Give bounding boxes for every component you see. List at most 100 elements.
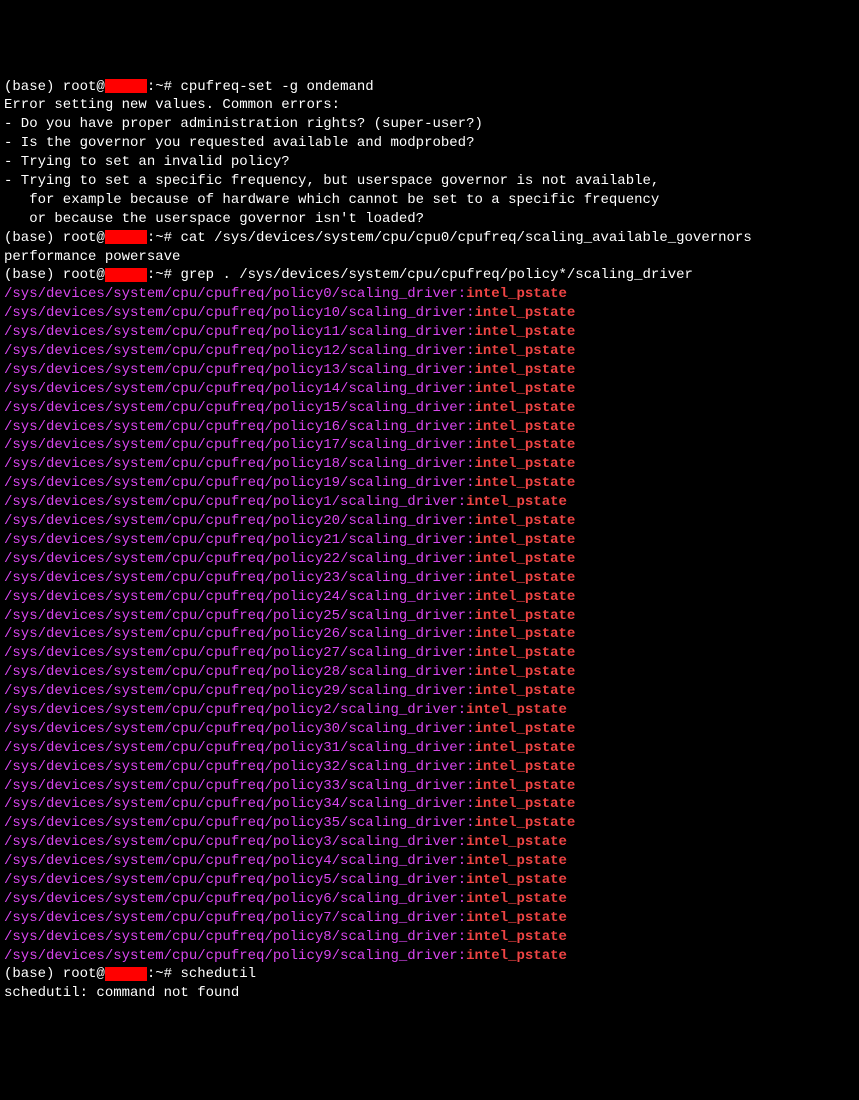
grep-output-line: /sys/devices/system/cpu/cpufreq/policy25… xyxy=(4,607,855,626)
scaling-driver-value: intel_pstate xyxy=(466,494,567,510)
scaling-driver-path: /sys/devices/system/cpu/cpufreq/policy10… xyxy=(4,305,466,321)
hostname-redacted xyxy=(105,230,147,244)
scaling-driver-path: /sys/devices/system/cpu/cpufreq/policy12… xyxy=(4,343,466,359)
scaling-driver-value: intel_pstate xyxy=(474,815,575,831)
scaling-driver-value: intel_pstate xyxy=(474,778,575,794)
prompt-suffix: :~# xyxy=(147,966,181,982)
grep-output-line: /sys/devices/system/cpu/cpufreq/policy20… xyxy=(4,512,855,531)
command-not-found: schedutil: command not found xyxy=(4,985,239,1001)
separator-colon: : xyxy=(458,853,466,869)
scaling-driver-path: /sys/devices/system/cpu/cpufreq/policy5/… xyxy=(4,872,458,888)
scaling-driver-value: intel_pstate xyxy=(474,437,575,453)
grep-output-line: /sys/devices/system/cpu/cpufreq/policy15… xyxy=(4,399,855,418)
grep-output-line: /sys/devices/system/cpu/cpufreq/policy28… xyxy=(4,663,855,682)
scaling-driver-value: intel_pstate xyxy=(474,683,575,699)
grep-output-line: /sys/devices/system/cpu/cpufreq/policy10… xyxy=(4,304,855,323)
command-line: (base) root@ :~# cpufreq-set -g ondemand xyxy=(4,78,855,97)
separator-colon: : xyxy=(458,872,466,888)
hostname-redacted xyxy=(105,79,147,93)
scaling-driver-path: /sys/devices/system/cpu/cpufreq/policy28… xyxy=(4,664,466,680)
grep-output-line: /sys/devices/system/cpu/cpufreq/policy18… xyxy=(4,455,855,474)
prompt-base: (base) root@ xyxy=(4,966,105,982)
grep-output-line: /sys/devices/system/cpu/cpufreq/policy33… xyxy=(4,777,855,796)
scaling-driver-path: /sys/devices/system/cpu/cpufreq/policy13… xyxy=(4,362,466,378)
scaling-driver-value: intel_pstate xyxy=(466,702,567,718)
scaling-driver-path: /sys/devices/system/cpu/cpufreq/policy33… xyxy=(4,778,466,794)
command-line: (base) root@ :~# grep . /sys/devices/sys… xyxy=(4,266,855,285)
prompt-suffix: :~# xyxy=(147,267,181,283)
scaling-driver-path: /sys/devices/system/cpu/cpufreq/policy3/… xyxy=(4,834,458,850)
scaling-driver-value: intel_pstate xyxy=(474,513,575,529)
grep-output-line: /sys/devices/system/cpu/cpufreq/policy30… xyxy=(4,720,855,739)
scaling-driver-value: intel_pstate xyxy=(474,740,575,756)
grep-output-line: /sys/devices/system/cpu/cpufreq/policy26… xyxy=(4,625,855,644)
grep-output-line: /sys/devices/system/cpu/cpufreq/policy7/… xyxy=(4,909,855,928)
command-cat-governors: cat /sys/devices/system/cpu/cpu0/cpufreq… xyxy=(180,230,751,246)
scaling-driver-path: /sys/devices/system/cpu/cpufreq/policy6/… xyxy=(4,891,458,907)
grep-output-line: /sys/devices/system/cpu/cpufreq/policy16… xyxy=(4,418,855,437)
scaling-driver-value: intel_pstate xyxy=(474,532,575,548)
scaling-driver-path: /sys/devices/system/cpu/cpufreq/policy24… xyxy=(4,589,466,605)
scaling-driver-path: /sys/devices/system/cpu/cpufreq/policy27… xyxy=(4,645,466,661)
error-output-line: for example because of hardware which ca… xyxy=(4,191,855,210)
scaling-driver-value: intel_pstate xyxy=(466,286,567,302)
scaling-driver-value: intel_pstate xyxy=(474,796,575,812)
scaling-driver-path: /sys/devices/system/cpu/cpufreq/policy20… xyxy=(4,513,466,529)
separator-colon: : xyxy=(458,834,466,850)
prompt-suffix: :~# xyxy=(147,79,181,95)
scaling-driver-path: /sys/devices/system/cpu/cpufreq/policy30… xyxy=(4,721,466,737)
grep-output-line: /sys/devices/system/cpu/cpufreq/policy32… xyxy=(4,758,855,777)
prompt-base: (base) root@ xyxy=(4,267,105,283)
error-output-line: or because the userspace governor isn't … xyxy=(4,210,855,229)
grep-output-line: /sys/devices/system/cpu/cpufreq/policy0/… xyxy=(4,285,855,304)
scaling-driver-value: intel_pstate xyxy=(466,948,567,964)
separator-colon: : xyxy=(458,286,466,302)
scaling-driver-value: intel_pstate xyxy=(474,343,575,359)
command-grep-driver: grep . /sys/devices/system/cpu/cpufreq/p… xyxy=(180,267,692,283)
output-line: schedutil: command not found xyxy=(4,984,855,1003)
scaling-driver-value: intel_pstate xyxy=(474,305,575,321)
separator-colon: : xyxy=(458,494,466,510)
grep-output-line: /sys/devices/system/cpu/cpufreq/policy5/… xyxy=(4,871,855,890)
grep-output-line: /sys/devices/system/cpu/cpufreq/policy19… xyxy=(4,474,855,493)
scaling-driver-path: /sys/devices/system/cpu/cpufreq/policy18… xyxy=(4,456,466,472)
scaling-driver-value: intel_pstate xyxy=(474,381,575,397)
grep-output-line: /sys/devices/system/cpu/cpufreq/policy1/… xyxy=(4,493,855,512)
scaling-driver-path: /sys/devices/system/cpu/cpufreq/policy25… xyxy=(4,608,466,624)
scaling-driver-value: intel_pstate xyxy=(474,608,575,624)
terminal-output[interactable]: (base) root@ :~# cpufreq-set -g ondemand… xyxy=(4,78,855,1004)
prompt-base: (base) root@ xyxy=(4,230,105,246)
scaling-driver-value: intel_pstate xyxy=(474,419,575,435)
scaling-driver-path: /sys/devices/system/cpu/cpufreq/policy16… xyxy=(4,419,466,435)
scaling-driver-value: intel_pstate xyxy=(466,834,567,850)
error-line: - Do you have proper administration righ… xyxy=(4,116,483,132)
separator-colon: : xyxy=(458,891,466,907)
separator-colon: : xyxy=(458,702,466,718)
error-output-line: - Trying to set an invalid policy? xyxy=(4,153,855,172)
grep-output-line: /sys/devices/system/cpu/cpufreq/policy35… xyxy=(4,814,855,833)
scaling-driver-value: intel_pstate xyxy=(474,456,575,472)
scaling-driver-path: /sys/devices/system/cpu/cpufreq/policy14… xyxy=(4,381,466,397)
output-line: performance powersave xyxy=(4,248,855,267)
scaling-driver-path: /sys/devices/system/cpu/cpufreq/policy17… xyxy=(4,437,466,453)
scaling-driver-path: /sys/devices/system/cpu/cpufreq/policy22… xyxy=(4,551,466,567)
scaling-driver-path: /sys/devices/system/cpu/cpufreq/policy7/… xyxy=(4,910,458,926)
hostname-redacted xyxy=(105,967,147,981)
governors-output: performance powersave xyxy=(4,249,180,265)
grep-output-line: /sys/devices/system/cpu/cpufreq/policy29… xyxy=(4,682,855,701)
scaling-driver-path: /sys/devices/system/cpu/cpufreq/policy1/… xyxy=(4,494,458,510)
scaling-driver-path: /sys/devices/system/cpu/cpufreq/policy21… xyxy=(4,532,466,548)
error-line: Error setting new values. Common errors: xyxy=(4,97,340,113)
grep-output-line: /sys/devices/system/cpu/cpufreq/policy31… xyxy=(4,739,855,758)
scaling-driver-path: /sys/devices/system/cpu/cpufreq/policy29… xyxy=(4,683,466,699)
grep-output-line: /sys/devices/system/cpu/cpufreq/policy13… xyxy=(4,361,855,380)
grep-output-line: /sys/devices/system/cpu/cpufreq/policy17… xyxy=(4,436,855,455)
command-line: (base) root@ :~# cat /sys/devices/system… xyxy=(4,229,855,248)
grep-output-line: /sys/devices/system/cpu/cpufreq/policy11… xyxy=(4,323,855,342)
scaling-driver-value: intel_pstate xyxy=(466,929,567,945)
scaling-driver-value: intel_pstate xyxy=(466,872,567,888)
scaling-driver-value: intel_pstate xyxy=(466,910,567,926)
scaling-driver-path: /sys/devices/system/cpu/cpufreq/policy0/… xyxy=(4,286,458,302)
error-line: for example because of hardware which ca… xyxy=(4,192,659,208)
scaling-driver-path: /sys/devices/system/cpu/cpufreq/policy9/… xyxy=(4,948,458,964)
